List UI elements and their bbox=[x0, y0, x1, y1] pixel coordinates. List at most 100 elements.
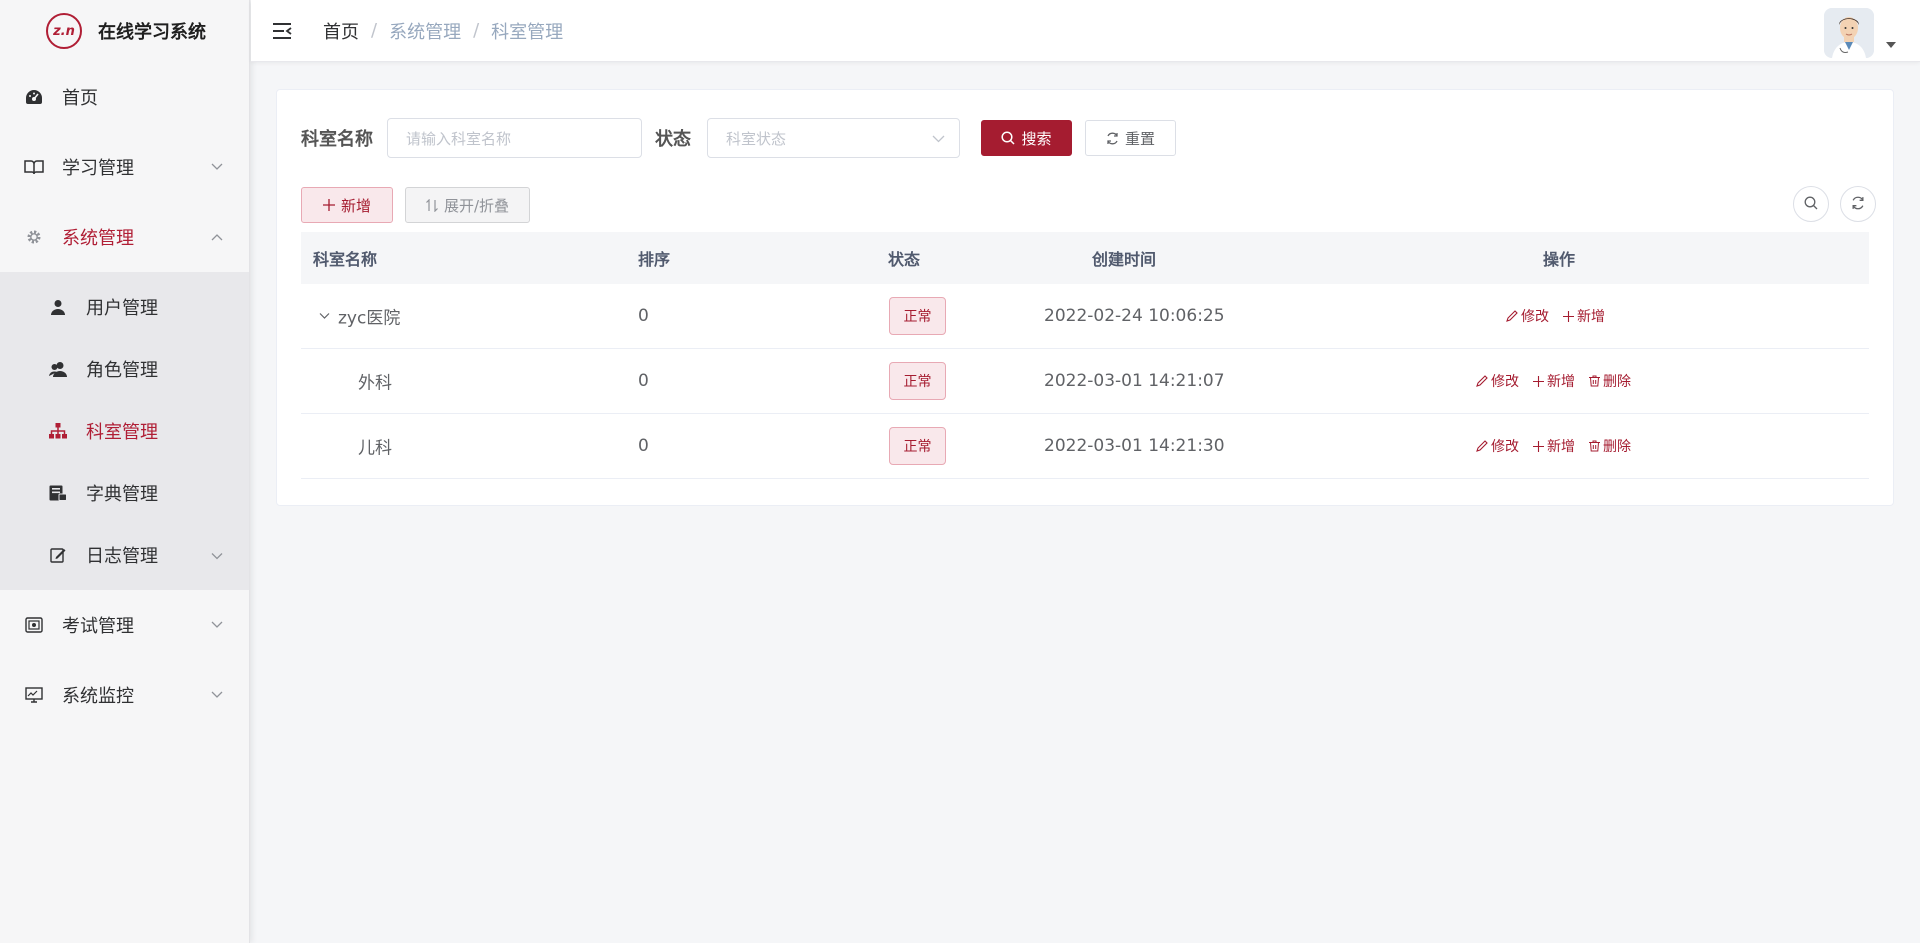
chevron-down-icon[interactable] bbox=[1886, 42, 1896, 48]
order-cell: 0 bbox=[638, 371, 649, 391]
dept-name: zyc医院 bbox=[338, 308, 401, 329]
breadcrumb-current: 科室管理 bbox=[491, 21, 564, 43]
created-time-cell: 2022-02-24 10:06:25 bbox=[1044, 306, 1225, 326]
reset-button[interactable]: 重置 bbox=[1085, 120, 1176, 156]
monitor-icon bbox=[24, 685, 44, 705]
search-icon bbox=[1001, 131, 1016, 145]
add-button-label: 新增 bbox=[340, 196, 371, 215]
expand-collapse-button[interactable]: 展开/折叠 bbox=[405, 187, 530, 223]
status-badge: 正常 bbox=[889, 297, 946, 335]
status-select-placeholder: 科室状态 bbox=[726, 129, 787, 148]
sidebar-item-monitor[interactable]: 系统监控 bbox=[0, 660, 249, 730]
search-icon bbox=[1804, 195, 1818, 214]
edit-action[interactable]: 修改 bbox=[1476, 371, 1519, 391]
sidebar-item-users[interactable]: 用户管理 bbox=[0, 276, 249, 338]
column-header: 排序 bbox=[638, 250, 671, 269]
add-action[interactable]: 新增 bbox=[1533, 436, 1575, 456]
toggle-search-button[interactable] bbox=[1793, 186, 1829, 222]
breadcrumb-section: 系统管理 bbox=[389, 21, 462, 43]
sidebar-item-label: 系统监控 bbox=[62, 686, 134, 707]
chevron-down-icon bbox=[211, 691, 223, 699]
logo[interactable]: z.n 在线学习系统 bbox=[0, 0, 249, 62]
sidebar-item-label: 首页 bbox=[62, 88, 98, 109]
sidebar-item-departments[interactable]: 科室管理 bbox=[0, 400, 249, 462]
add-action-label: 新增 bbox=[1547, 374, 1575, 390]
edit-action[interactable]: 修改 bbox=[1476, 436, 1519, 456]
sidebar-item-dictionary[interactable]: 字典管理 bbox=[0, 462, 249, 524]
status-cell: 正常 bbox=[889, 362, 946, 400]
status-select[interactable]: 科室状态 bbox=[707, 118, 960, 158]
department-table: 科室名称 排序 状态 创建时间 操作 zyc医院 0 正常 2022-02-24… bbox=[301, 232, 1869, 479]
content-card: 科室名称 请输入科室名称 状态 科室状态 搜索 重置 新增 展开/折叠 科室名称… bbox=[276, 89, 1894, 506]
app-title: 在线学习系统 bbox=[98, 22, 206, 43]
edit-action[interactable]: 修改 bbox=[1506, 306, 1549, 326]
add-action[interactable]: 新增 bbox=[1563, 306, 1605, 326]
dictionary-icon bbox=[48, 483, 68, 503]
column-header: 操作 bbox=[1543, 250, 1576, 269]
sidebar-item-learning[interactable]: 学习管理 bbox=[0, 132, 249, 202]
breadcrumb: 首页 / 系统管理 / 科室管理 bbox=[323, 18, 563, 44]
logo-mark: z.n bbox=[46, 13, 82, 49]
exam-icon bbox=[24, 615, 44, 635]
sidebar-item-home[interactable]: 首页 bbox=[0, 62, 249, 132]
edit-action-label: 修改 bbox=[1491, 439, 1519, 455]
menu-fold-icon[interactable] bbox=[271, 21, 293, 41]
edit-icon bbox=[1476, 440, 1488, 452]
edit-icon bbox=[1506, 310, 1518, 322]
delete-icon bbox=[1589, 440, 1600, 452]
search-button[interactable]: 搜索 bbox=[981, 120, 1072, 156]
table-row: 外科 0 正常 2022-03-01 14:21:07 修改 新增 删除 bbox=[301, 349, 1869, 414]
gear-icon bbox=[24, 227, 44, 247]
plus-icon bbox=[1563, 310, 1574, 322]
plus-icon bbox=[1533, 375, 1544, 387]
reset-button-label: 重置 bbox=[1124, 129, 1155, 148]
dept-name: 儿科 bbox=[358, 438, 392, 459]
column-header: 科室名称 bbox=[313, 250, 378, 269]
actions-cell: 修改 新增 删除 bbox=[1476, 436, 1645, 456]
delete-action[interactable]: 删除 bbox=[1589, 371, 1631, 391]
refresh-icon bbox=[1106, 132, 1119, 145]
sidebar-item-roles[interactable]: 角色管理 bbox=[0, 338, 249, 400]
column-header: 创建时间 bbox=[1092, 250, 1157, 269]
delete-action[interactable]: 删除 bbox=[1589, 436, 1631, 456]
chevron-down-icon bbox=[211, 163, 223, 171]
sidebar-item-system[interactable]: 系统管理 bbox=[0, 202, 249, 272]
chevron-down-icon[interactable] bbox=[319, 313, 330, 320]
add-action-label: 新增 bbox=[1577, 309, 1605, 325]
breadcrumb-home[interactable]: 首页 bbox=[323, 18, 359, 44]
sidebar-item-label: 科室管理 bbox=[86, 422, 158, 443]
delete-icon bbox=[1589, 375, 1600, 387]
plus-icon bbox=[322, 199, 335, 211]
sidebar-item-label: 学习管理 bbox=[62, 158, 134, 179]
chevron-down-icon bbox=[932, 129, 945, 147]
top-header: 首页 / 系统管理 / 科室管理 bbox=[251, 0, 1920, 62]
created-time-cell: 2022-03-01 14:21:07 bbox=[1044, 371, 1225, 391]
chevron-down-icon bbox=[211, 621, 223, 629]
add-action[interactable]: 新增 bbox=[1533, 371, 1575, 391]
refresh-table-button[interactable] bbox=[1840, 186, 1876, 222]
sidebar-item-exams[interactable]: 考试管理 bbox=[0, 590, 249, 660]
sidebar-item-logs[interactable]: 日志管理 bbox=[0, 524, 249, 586]
order-cell: 0 bbox=[638, 306, 649, 326]
chevron-down-icon bbox=[211, 545, 223, 566]
system-submenu: 用户管理 角色管理 科室管理 字典管理 日志管理 bbox=[0, 272, 249, 590]
status-label: 状态 bbox=[655, 129, 691, 150]
edit-icon bbox=[1476, 375, 1488, 387]
column-header: 状态 bbox=[888, 250, 921, 269]
delete-action-label: 删除 bbox=[1603, 374, 1631, 390]
sidebar-item-label: 用户管理 bbox=[86, 298, 158, 319]
org-tree-icon bbox=[48, 421, 68, 441]
chevron-up-icon bbox=[211, 233, 223, 241]
sidebar-item-label: 考试管理 bbox=[62, 616, 134, 637]
dept-name-label: 科室名称 bbox=[301, 129, 373, 150]
sidebar-item-label: 字典管理 bbox=[86, 484, 158, 505]
avatar[interactable] bbox=[1824, 8, 1874, 58]
sort-icon bbox=[426, 198, 438, 212]
edit-log-icon bbox=[48, 545, 68, 565]
status-badge: 正常 bbox=[889, 362, 946, 400]
dept-name-input[interactable]: 请输入科室名称 bbox=[387, 118, 642, 158]
book-icon bbox=[24, 157, 44, 177]
dashboard-icon bbox=[24, 87, 44, 107]
dept-name-cell: zyc医院 bbox=[319, 304, 400, 329]
add-button[interactable]: 新增 bbox=[301, 187, 393, 223]
